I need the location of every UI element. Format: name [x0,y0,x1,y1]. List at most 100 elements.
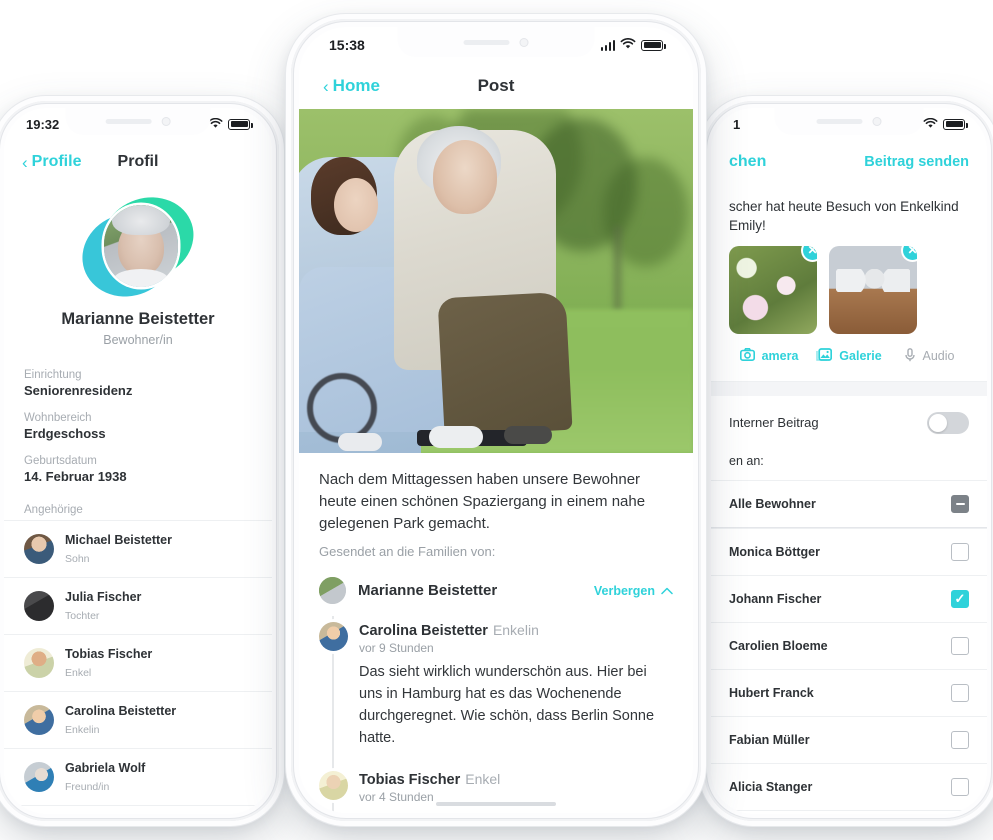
chevron-up-icon [661,584,673,598]
audio-button[interactable]: Audio [889,347,969,365]
avatar [24,705,54,735]
avatar-collar [114,269,168,287]
recipient-row[interactable]: Johann Fischer [711,574,987,622]
checkbox[interactable] [951,777,969,796]
camera-button[interactable]: amera [729,348,809,364]
checkbox[interactable] [951,683,969,702]
camera-icon [739,348,755,364]
comment-relation: Enkelin [492,622,539,639]
comment-author: Carolina Beistetter [359,623,488,640]
recipient-row[interactable]: Carolien Bloeme [711,621,987,669]
attachment-thumb[interactable]: ✕ [729,245,817,334]
detail-value: 14. Februar 1938 [24,469,127,484]
recipient-row-all[interactable]: Alle Bewohner [711,479,987,528]
profile-name: Marianne Beistetter [61,310,215,328]
post-body-text: Nach dem Mittagessen haben unsere Bewohn… [319,471,646,532]
recipient-name: Johann Fischer [729,591,822,606]
avatar [24,534,54,564]
back-button[interactable]: ‹ Profile [22,153,81,171]
status-time: 19:32 [26,116,60,132]
audio-label: Audio [922,349,955,364]
send-post-button[interactable]: Beitrag senden [864,154,969,170]
avatar [319,771,348,801]
attachment-thumbnails: ✕ ✕ [711,245,987,334]
photo-resident-shoe [429,425,484,448]
compose-textarea[interactable]: scher hat heute Besuch von Enkelkind Emi… [711,184,987,246]
photo-caregiver-face [334,177,379,232]
avatar-hair [112,205,170,236]
microphone-icon [904,347,916,365]
recipient-name: Marianne Beistetter [358,582,498,600]
phone-right-compose: 1 chen Beitrag senden scher hat heute Be… [699,96,993,826]
back-button[interactable]: ‹ Home [323,76,380,96]
checkbox-checked[interactable] [951,589,969,608]
compose-scroll[interactable]: scher hat heute Besuch von Enkelkind Emi… [711,184,987,814]
send-to-label: en an: [729,453,764,468]
relative-name: Michael Beistetter [65,533,172,547]
avatar [24,762,54,792]
list-item[interactable]: Carolina Beistetter Enkelin [4,691,272,748]
profile-role: Bewohner/in [103,333,173,347]
relative-relation: Enkelin [65,724,100,736]
remove-attachment-icon[interactable]: ✕ [903,245,917,260]
phone-center-screen: 15:38 ‹ Home Post Nach dem Mittagessen h… [299,27,693,813]
recipient-row[interactable]: Fabian Müller [711,715,987,763]
recipient-row[interactable]: Alicia Stanger [711,762,987,810]
post-recipient-row[interactable]: Marianne Beistetter Verbergen [299,569,693,616]
notch [774,108,924,135]
relative-name: Gabriela Wolf [65,761,146,775]
profile-avatar [71,185,205,309]
avatar [24,591,54,621]
remove-attachment-icon[interactable]: ✕ [803,245,817,260]
comment-list: Carolina Beistetter Enkelin vor 9 Stunden… [299,616,693,813]
checkbox[interactable] [951,542,969,561]
detail-label: Wohnbereich [24,412,92,424]
post-scroll[interactable]: Nach dem Mittagessen haben unsere Bewohn… [299,109,693,813]
cancel-button[interactable]: chen [729,153,766,171]
recipient-name: Hubert Franck [729,685,814,700]
chevron-left-icon: ‹ [323,76,329,96]
internal-post-toggle-row[interactable]: Interner Beitrag [711,395,987,450]
status-indicators [600,37,666,53]
list-end-divider [4,805,272,814]
recipient-name: Alle Bewohner [729,496,816,511]
list-item[interactable]: Tobias Fischer Enkel [4,634,272,691]
recipient-name: Carolien Bloeme [729,638,828,653]
phone-left-profile: 19:32 ‹ Profile Profil Marianne Beistett… [0,96,284,826]
internal-post-label: Interner Beitrag [729,415,819,431]
profile-scroll[interactable]: Marianne Beistetter Bewohner/in Einricht… [4,184,272,814]
home-indicator[interactable] [436,802,556,806]
relative-relation: Sohn [65,553,90,565]
gallery-label: Galerie [839,349,882,364]
gallery-button[interactable]: Galerie [809,347,889,365]
recipient-row[interactable]: Monica Böttger [711,527,987,575]
attachment-thumb[interactable]: ✕ [829,245,917,334]
list-item[interactable]: Michael Beistetter Sohn [4,520,272,577]
checkbox[interactable] [951,636,969,655]
list-item[interactable]: Julia Fischer Tochter [4,577,272,634]
checkbox-indeterminate[interactable] [951,494,969,513]
hide-recipients-button[interactable]: Verbergen [594,584,673,598]
phone-right-screen: 1 chen Beitrag senden scher hat heute Be… [711,108,987,814]
post-photo [299,109,693,453]
front-camera-icon [872,117,882,126]
relative-relation: Tochter [65,610,100,622]
checkbox[interactable] [951,730,969,749]
back-label: Home [332,76,380,95]
avatar-photo [104,205,178,287]
relative-name: Tobias Fischer [65,647,153,661]
battery-icon [641,39,666,51]
gallery-icon [816,347,833,365]
notch [397,27,595,57]
internal-post-toggle[interactable] [927,411,969,434]
chevron-left-icon: ‹ [22,152,28,172]
recipient-row[interactable]: Veerle de Bree [711,809,987,814]
earpiece-speaker [816,119,863,124]
front-camera-icon [161,117,171,126]
detail-value: Seniorenresidenz [24,383,133,398]
photo-caregiver-shoe [338,433,383,452]
screenshot-stage: 19:32 ‹ Profile Profil Marianne Beistett… [0,0,993,840]
recipient-row[interactable]: Hubert Franck [711,668,987,716]
section-gap [711,381,987,396]
list-item[interactable]: Gabriela Wolf Freund/in [4,748,272,805]
